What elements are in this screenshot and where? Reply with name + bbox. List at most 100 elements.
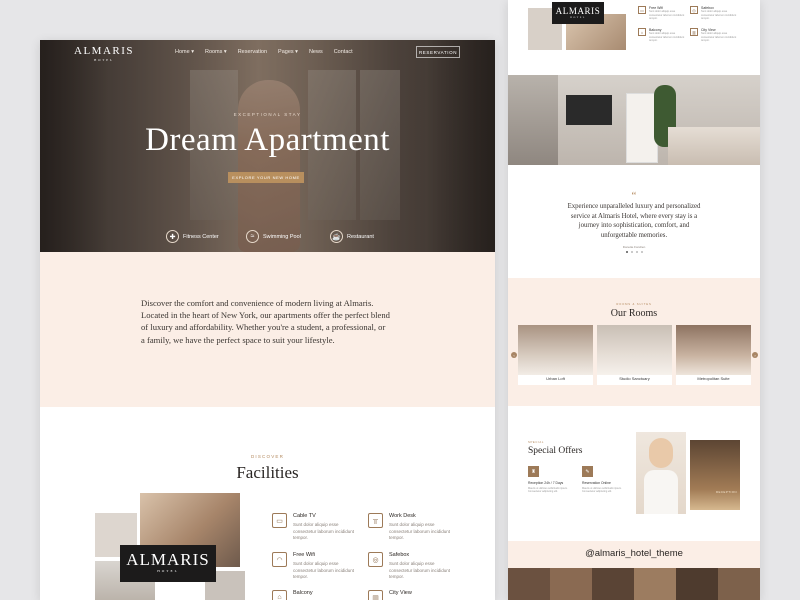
facility-title: Free Wifi	[293, 552, 315, 558]
right-facility-city-view: ▥ City View Sunt dolor aliquip esse conse…	[690, 28, 741, 43]
rooms-eyebrow: ROOMS & SUITES	[616, 302, 652, 306]
reception-sign: RECEPTION	[715, 490, 737, 494]
landing-page-left: ALMARIS HOTEL Home ▾ Rooms ▾ Reservation…	[40, 40, 495, 600]
carousel-dot[interactable]	[625, 251, 628, 253]
chevron-left-icon[interactable]: ‹	[511, 352, 517, 358]
quote-icon: “	[631, 190, 637, 202]
facility-safebox: ◎ Safebox Sunt dolor aliquip esse consec…	[368, 552, 457, 581]
right-facility-safebox: ◎ Safebox Sunt dolor aliquip esse consect…	[690, 6, 741, 21]
calendar-icon: ✎	[582, 466, 593, 477]
chevron-right-icon[interactable]: ›	[752, 352, 758, 358]
receptionist-photo	[636, 432, 686, 514]
main-menu: Home ▾ Rooms ▾ Reservation Pages ▾ News …	[175, 49, 353, 55]
menu-item-news[interactable]: News	[309, 49, 323, 55]
offer-title: Reception 24h / 7 Days	[528, 481, 564, 485]
logo-text: ALMARIS	[74, 45, 135, 57]
desk-icon: ╥	[368, 513, 383, 528]
facility-text: Sunt dolor aliquip esse consectetur labo…	[293, 522, 355, 540]
carousel-dot[interactable]	[630, 251, 633, 253]
amenity-pool: ≈ Swimming Pool	[246, 230, 301, 243]
facility-free-wifi: ◠ Free Wifi Sunt dolor aliquip esse cons…	[272, 552, 361, 581]
facilities-title: Facilities	[236, 463, 299, 482]
facility-title: Work Desk	[389, 513, 416, 519]
instagram-handle[interactable]: @almaris_hotel_theme	[508, 548, 760, 559]
facility-text: Sunt dolor aliquip esse consectetur labo…	[389, 522, 451, 540]
instagram-photo[interactable]	[718, 568, 760, 600]
amenity-fitness: ✚ Fitness Center	[166, 230, 219, 243]
facility-text: Sunt dolor aliquip esse consectetur labo…	[389, 561, 451, 579]
room-name: Studio Sanctuary	[619, 376, 650, 381]
instagram-section: @almaris_hotel_theme	[508, 541, 760, 600]
balcony-icon: ⌂	[638, 28, 646, 36]
reservation-button[interactable]: RESERVATION	[416, 46, 460, 58]
explore-button[interactable]: EXPLORE YOUR NEW HOME	[228, 172, 304, 183]
carousel-dot[interactable]	[640, 251, 643, 253]
facility-text: Sunt dolor aliquip esse consectetur labo…	[293, 561, 355, 579]
room-card-metropolitan-suite[interactable]: Metropolitan Suite	[676, 325, 751, 385]
right-brand-box: ALMARIS HOTEL	[552, 2, 604, 24]
rooms-section: ROOMS & SUITES Our Rooms ‹ Urban Loft St…	[508, 278, 760, 406]
offers-eyebrow: SPECIAL	[528, 440, 545, 444]
instagram-strip	[508, 568, 760, 600]
facility-work-desk: ╥ Work Desk Sunt dolor aliquip esse cons…	[368, 513, 457, 542]
sofa	[668, 127, 760, 165]
intro-paragraph: Discover the comfort and convenience of …	[141, 298, 390, 345]
room-name: Urban Loft	[546, 376, 565, 381]
site-logo[interactable]: ALMARIS HOTEL	[74, 45, 134, 62]
tv-icon: ▭	[272, 513, 287, 528]
wifi-icon: ◠	[272, 552, 287, 567]
right-facility-wifi: ▭ Free Wifi Sunt dolor aliquip esse conse…	[638, 6, 689, 21]
right-logo-text: ALMARIS	[555, 6, 601, 16]
safe-icon: ◎	[690, 6, 698, 14]
instagram-photo[interactable]	[592, 568, 634, 600]
swimmer-icon: ≈	[246, 230, 259, 243]
special-offers-section: SPECIAL Special Offers ♜ Reception 24h /…	[508, 406, 760, 541]
tv-screen	[566, 95, 612, 125]
room-name: Metropolitan Suite	[697, 376, 730, 381]
dining-icon: ☕	[330, 230, 343, 243]
instagram-photo[interactable]	[676, 568, 718, 600]
facility-text: Sunt dolor aliquip esse consectetur labo…	[649, 32, 685, 42]
menu-item-contact[interactable]: Contact	[334, 49, 353, 55]
dumbbell-icon: ✚	[166, 230, 179, 243]
amenity-label: Swimming Pool	[263, 233, 301, 240]
facility-title: City View	[389, 590, 412, 596]
bell-icon: ♜	[528, 466, 539, 477]
reception-bell-photo: RECEPTION	[690, 440, 740, 510]
tv-icon: ▭	[638, 6, 646, 14]
carousel-dot[interactable]	[635, 251, 638, 253]
room-card-urban-loft[interactable]: Urban Loft	[518, 325, 593, 385]
instagram-photo[interactable]	[508, 568, 550, 600]
room-card-studio-sanctuary[interactable]: Studio Sanctuary	[597, 325, 672, 385]
logo-subtext: HOTEL	[94, 58, 114, 62]
facility-text: Sunt dolor aliquip esse consectetur labo…	[701, 32, 737, 42]
facility-title: Cable TV	[293, 513, 316, 519]
room-photo	[676, 325, 751, 375]
facility-title: Safebox	[389, 552, 410, 558]
menu-item-rooms[interactable]: Rooms ▾	[205, 49, 227, 55]
menu-item-home[interactable]: Home ▾	[175, 49, 194, 55]
facility-text: Sunt dolor aliquip esse consectetur labo…	[649, 10, 685, 20]
landing-page-right: ALMARIS HOTEL ▭ Free Wifi Sunt dolor aliq…	[508, 0, 760, 600]
menu-item-reservation[interactable]: Reservation	[238, 49, 267, 55]
rooms-title: Our Rooms	[610, 308, 658, 319]
safe-icon: ◎	[368, 552, 383, 567]
offer-text: Mauris ut ultricies sollicitudin ipsum. …	[528, 487, 568, 494]
menu-item-pages[interactable]: Pages ▾	[278, 49, 298, 55]
room-photo	[518, 325, 593, 375]
offer-reservation-online: ✎ Reservation Online Mauris ut ultricies…	[582, 466, 632, 494]
instagram-photo[interactable]	[634, 568, 676, 600]
facility-text: Sunt dolor aliquip esse consectetur labo…	[701, 10, 737, 20]
facility-balcony: ⌂ Balcony	[272, 590, 313, 600]
instagram-photo[interactable]	[550, 568, 592, 600]
living-room-banner	[508, 75, 760, 165]
intro-section: Discover the comfort and convenience of …	[40, 252, 495, 407]
facilities-eyebrow: DISCOVER	[250, 454, 285, 459]
amenity-restaurant: ☕ Restaurant	[330, 230, 374, 243]
hero-section: ALMARIS HOTEL Home ▾ Rooms ▾ Reservation…	[40, 40, 495, 252]
testimonial-text: Experience unparalleled luxury and perso…	[567, 203, 701, 239]
brand-box-text: ALMARIS	[126, 550, 210, 569]
balcony-icon: ⌂	[272, 590, 287, 600]
offer-title: Reservation Online	[582, 481, 611, 485]
offer-text: Mauris ut ultricies sollicitudin ipsum. …	[582, 487, 622, 494]
